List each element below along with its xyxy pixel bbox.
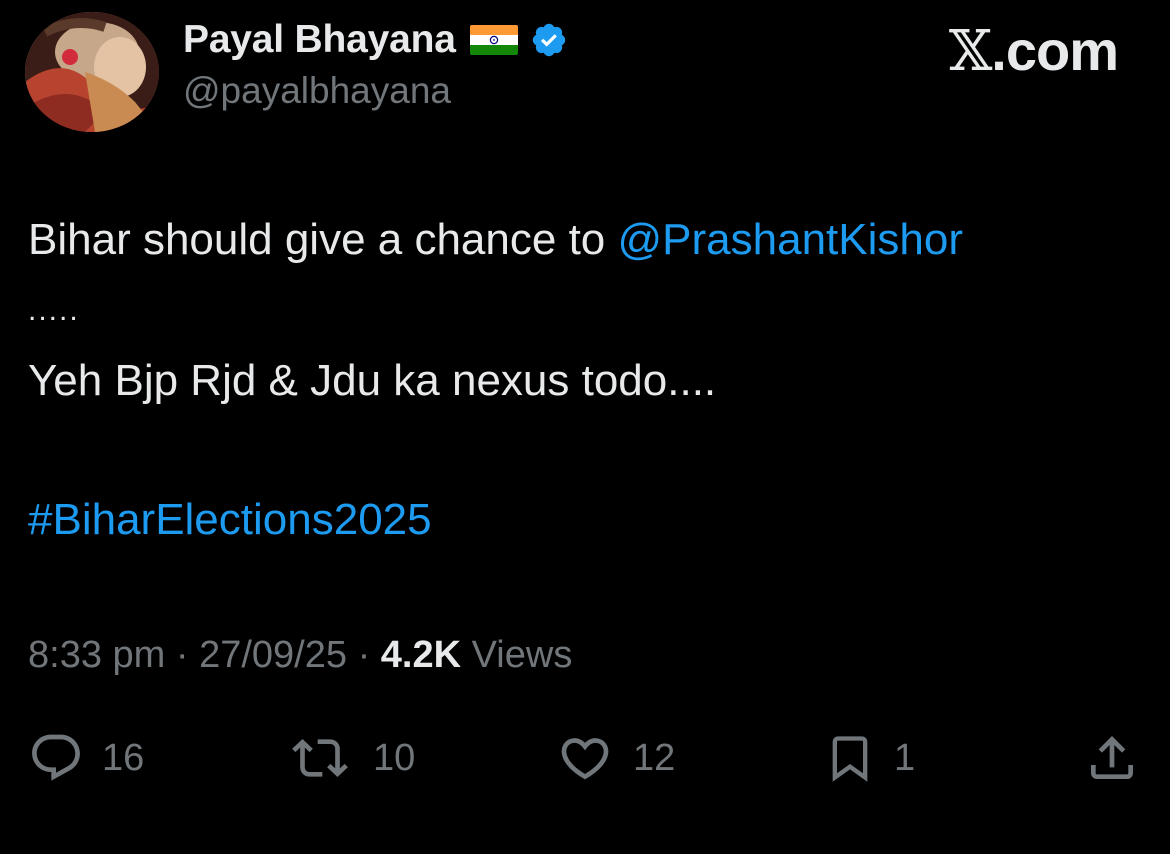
author-handle[interactable]: @payalbhayana — [183, 70, 451, 112]
mention-link[interactable]: @PrashantKishor — [618, 215, 964, 264]
meta-separator: · — [165, 634, 200, 676]
like-count: 12 — [633, 736, 676, 779]
reply-button[interactable]: 16 — [28, 728, 144, 788]
bookmark-button[interactable]: 1 — [824, 728, 915, 788]
share-button[interactable] — [1084, 728, 1140, 788]
repost-count: 10 — [373, 736, 416, 779]
tweet-line-hashtag: #BiharElections2025 — [28, 494, 432, 546]
views-label: Views — [461, 634, 573, 676]
author-name-row: Payal Bhayana — [183, 16, 568, 64]
avatar-photo — [25, 12, 159, 132]
tweet-line-3: Yeh Bjp Rjd & Jdu ka nexus todo.... — [28, 356, 717, 405]
x-logo-glyph: 𝕏 — [948, 19, 992, 84]
reply-count: 16 — [102, 736, 145, 779]
meta-separator: · — [347, 634, 381, 676]
like-button[interactable]: 12 — [555, 728, 675, 788]
share-icon — [1091, 736, 1133, 779]
views-count[interactable]: 4.2K — [381, 634, 461, 676]
repost-icon — [292, 739, 348, 777]
bookmark-count: 1 — [894, 736, 916, 779]
tweet-date[interactable]: 27/09/25 — [199, 634, 347, 676]
hashtag-link[interactable]: #BiharElections2025 — [28, 495, 432, 544]
repost-button[interactable]: 10 — [285, 728, 415, 788]
reply-icon — [32, 734, 80, 781]
tweet-time[interactable]: 8:33 pm — [28, 634, 165, 676]
x-logo-domain: .com — [991, 19, 1119, 82]
avatar[interactable] — [25, 12, 159, 132]
bookmark-icon — [832, 736, 868, 782]
author-display-name[interactable]: Payal Bhayana — [183, 18, 456, 62]
india-flag-icon — [469, 25, 518, 55]
heart-icon — [561, 738, 609, 780]
tweet-line-1: Bihar should give a chance to @PrashantK… — [28, 214, 963, 266]
tweet-meta: 8:33 pm · 27/09/25 · 4.2K Views — [28, 634, 572, 677]
tweet-line-2: ..... — [28, 294, 80, 327]
x-com-logo: 𝕏.com — [948, 18, 1119, 84]
verified-badge-icon[interactable] — [530, 21, 568, 59]
tweet-text-intro: Bihar should give a chance to — [28, 215, 618, 264]
